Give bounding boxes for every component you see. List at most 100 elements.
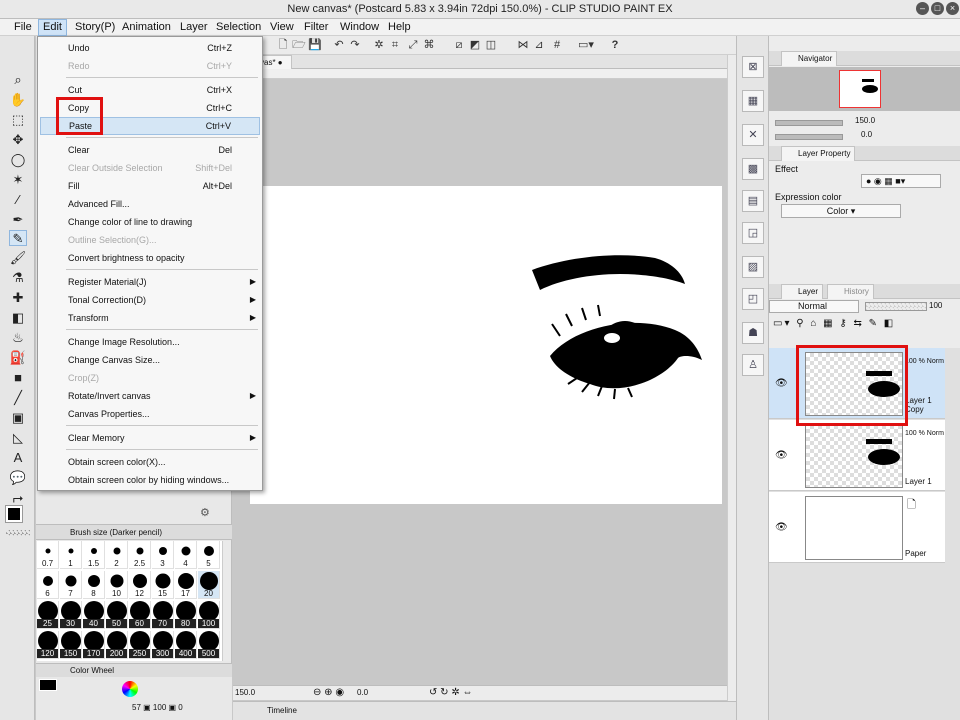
visibility-eye-icon[interactable]: 👁 [775,378,788,389]
canvas-paper[interactable] [250,186,722,504]
menu-window[interactable]: Window [336,19,383,36]
navigator-thumbnail[interactable] [839,70,881,108]
brush-size-cell[interactable]: 150 [60,631,82,659]
menu-item-register-material-j[interactable]: Register Material(J) ▶ [40,273,260,291]
fill-icon[interactable]: ⌗ [387,38,403,52]
visibility-eye-icon[interactable]: 👁 [775,450,788,461]
text-tool-icon[interactable]: A [9,450,27,466]
close-icon[interactable]: × [946,2,959,15]
brush-size-cell[interactable]: 50 [106,601,128,629]
menu-item-advanced-fill[interactable]: Advanced Fill... [40,195,260,213]
brush-size-cell[interactable]: 25 [37,601,59,629]
brush-size-cell[interactable]: 250 [129,631,151,659]
help-icon[interactable]: ? [607,38,623,52]
brush-size-cell[interactable]: 3 [152,541,174,569]
brush-size-scrollbar[interactable] [222,541,231,661]
clear-icon[interactable]: ✲ [371,38,387,52]
menu-animation[interactable]: Animation [118,19,175,36]
navigator-tab[interactable]: Navigator [781,51,838,66]
frame-border-tool-icon[interactable]: ▣ [9,410,27,426]
brush-size-cell[interactable]: 60 [129,601,151,629]
menu-selection[interactable]: Selection [212,19,265,36]
menu-item-change-color-of-line-to-drawing[interactable]: Change color of line to drawing [40,213,260,231]
menu-layer[interactable]: Layer [176,19,212,36]
menu-edit[interactable]: Edit [38,19,67,36]
color-wheel-icon[interactable] [122,681,138,697]
pen-tool-icon[interactable]: ✒ [9,212,27,228]
gradient-tool-icon[interactable]: ■ [9,370,27,386]
move-layer-tool-icon[interactable]: ✥ [9,132,27,148]
brush-size-cell[interactable]: 80 [175,601,197,629]
display-settings-icon[interactable]: ▭▾ [573,38,599,52]
figure-tool-icon[interactable]: ╱ [9,390,27,406]
decoration-tool-icon[interactable]: ✚ [9,290,27,306]
menu-item-outline-selection-g[interactable]: Outline Selection(G)... [40,231,260,249]
effect-buttons[interactable]: ● ◉ ▦ ■▾ [861,174,941,188]
visibility-eye-icon[interactable]: 👁 [775,522,788,533]
layer-tool-icons[interactable]: ▭▾ ⚲ ⌂ ▦ ⚷ ⇆ ✎ ◧ [773,318,895,329]
menu-item-clear-outside-selection[interactable]: Clear Outside Selection Shift+Del [40,159,260,177]
canvas-vertical-scrollbar[interactable] [727,55,736,705]
zoom-tool-icon[interactable]: ⌕ [9,72,27,88]
brush-size-cell[interactable]: 100 [198,601,220,629]
hand-tool-icon[interactable]: ✋ [9,92,27,108]
brush-size-cell[interactable]: 30 [60,601,82,629]
opacity-slider[interactable] [865,302,927,311]
menu-story[interactable]: Story(P) [71,19,119,36]
brush-size-cell[interactable]: 4 [175,541,197,569]
zoom-controls-icon[interactable]: ⊖ ⊕ ◉ [313,686,344,700]
brush-size-cell[interactable]: 15 [152,571,174,599]
menu-item-tonal-correction-d[interactable]: Tonal Correction(D) ▶ [40,291,260,309]
snap-ruler-icon[interactable]: ⋈ [515,38,531,52]
brush-tool-icon[interactable]: 🖌 [9,250,27,266]
brush-size-cell[interactable]: 200 [106,631,128,659]
correct-line-tool-icon[interactable]: ⮣ [9,490,27,506]
menu-file[interactable]: File [10,19,36,36]
minimize-icon[interactable]: – [916,2,929,15]
brush-size-cell[interactable]: 500 [198,631,220,659]
material-panel-icon[interactable]: ⊠ [742,56,764,78]
material-image-icon[interactable]: ▨ [742,256,764,278]
brush-size-cell[interactable]: 7 [60,571,82,599]
crop-icon[interactable]: ◫ [483,38,499,52]
deselect-icon[interactable]: ⧄ [451,38,467,52]
menu-item-undo[interactable]: Undo Ctrl+Z [40,39,260,57]
brush-size-cell[interactable]: 70 [152,601,174,629]
pencil-tool-icon[interactable]: ✎ [9,230,27,246]
layer-row-paper[interactable]: 👁 🗋 Paper [769,492,945,563]
open-file-icon[interactable]: 🗁 [291,38,307,52]
eraser-tool-icon[interactable]: ◧ [9,310,27,326]
brush-size-cell[interactable]: 1 [60,541,82,569]
layer-row-layer1[interactable]: 👁 100 % Norm Layer 1 [769,420,945,491]
brush-size-cell[interactable]: 8 [83,571,105,599]
brush-size-cell[interactable]: 20 [198,571,220,599]
transform-icon[interactable]: ⤢ [405,38,421,52]
expression-color-select[interactable]: Color ▾ [781,204,901,218]
brush-size-cell[interactable]: 17 [175,571,197,599]
material-figure-icon[interactable]: ☗ [742,322,764,344]
menu-item-transform[interactable]: Transform ▶ [40,309,260,327]
eyedropper-tool-icon[interactable]: ∕ [9,192,27,208]
history-tab[interactable]: History [827,284,874,299]
menu-item-rotate-invert-canvas[interactable]: Rotate/Invert canvas ▶ [40,387,260,405]
undo-icon[interactable]: ↶ [331,38,347,52]
brush-size-cell[interactable]: 400 [175,631,197,659]
brush-size-cell[interactable]: 40 [83,601,105,629]
brush-size-cell[interactable]: 5 [198,541,220,569]
blend-tool-icon[interactable]: ♨ [9,330,27,346]
brush-size-cell[interactable]: 170 [83,631,105,659]
menu-item-fill[interactable]: Fill Alt+Del [40,177,260,195]
timeline-label[interactable]: Timeline [267,706,297,715]
redo-icon[interactable]: ↷ [347,38,363,52]
save-icon[interactable]: 💾 [307,38,323,52]
material-tone-icon[interactable]: ▦ [742,90,764,112]
layer-property-tab[interactable]: Layer Property [781,146,856,161]
new-file-icon[interactable]: 🗋 [275,38,291,52]
material-effect-icon[interactable]: ✕ [742,124,764,146]
material-3d-icon[interactable]: ◰ [742,288,764,310]
menu-item-obtain-screen-color-by-hiding-windows[interactable]: Obtain screen color by hiding windows... [40,471,260,489]
invert-selection-icon[interactable]: ◩ [467,38,483,52]
menu-item-redo[interactable]: Redo Ctrl+Y [40,57,260,75]
brush-size-cell[interactable]: 10 [106,571,128,599]
color-swatch-main[interactable] [39,679,57,691]
